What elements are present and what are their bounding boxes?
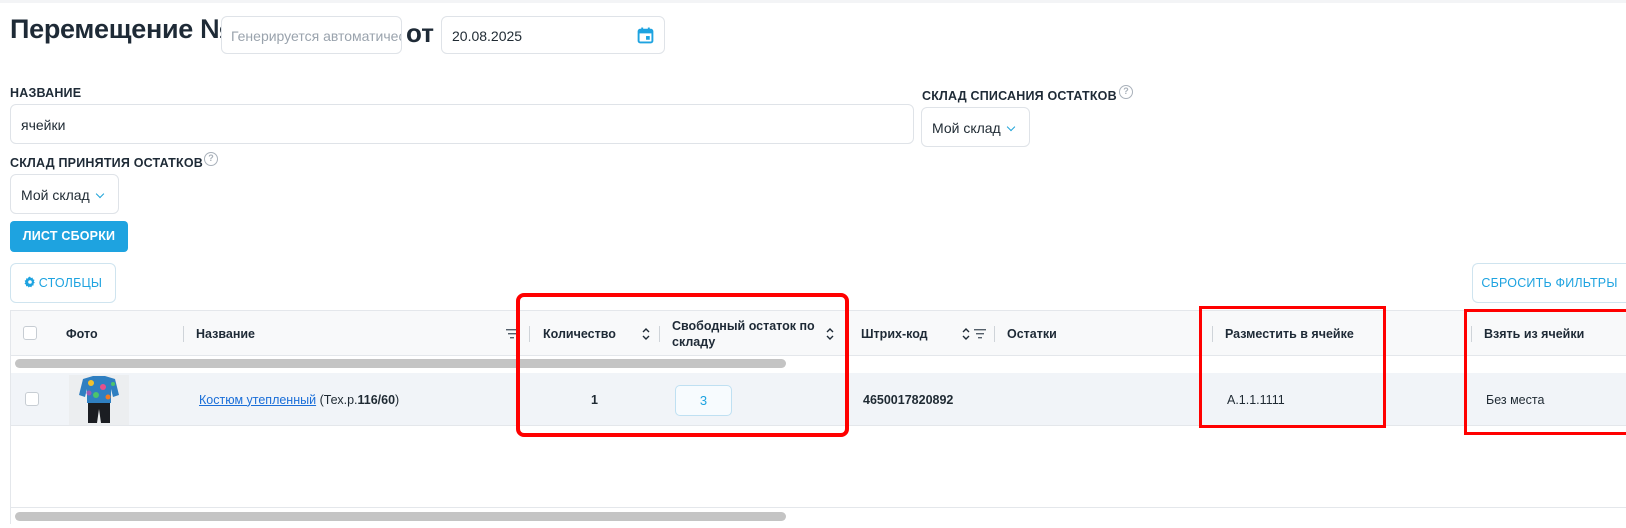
select-all-checkbox[interactable] xyxy=(23,326,37,340)
scrollbar-thumb[interactable] xyxy=(15,359,786,368)
sort-icon[interactable] xyxy=(961,327,971,341)
target-warehouse-value: Мой склад xyxy=(21,187,90,203)
row-checkbox[interactable] xyxy=(25,392,39,406)
source-warehouse-value: Мой склад xyxy=(932,120,1001,136)
table-header: Фото Название Количество Свободный остат… xyxy=(11,311,1626,356)
date-input[interactable]: 20.08.2025 xyxy=(441,16,665,54)
sort-icon[interactable] xyxy=(641,327,651,341)
filter-icon[interactable] xyxy=(506,329,518,339)
product-size-close: ) xyxy=(395,392,400,407)
quantity-cell[interactable]: 1 xyxy=(591,373,598,426)
top-divider xyxy=(0,0,1626,3)
horizontal-scrollbar-bottom[interactable] xyxy=(11,509,1626,523)
name-label: НАЗВАНИЕ xyxy=(10,86,82,100)
column-header-photo: Фото xyxy=(66,326,98,341)
target-warehouse-label: СКЛАД ПРИНЯТИЯ ОСТАТКОВ xyxy=(10,156,203,170)
document-number-input[interactable]: Генерируется автоматически xyxy=(221,16,402,54)
date-from-label: от xyxy=(406,18,434,48)
column-divider xyxy=(994,326,995,342)
columns-button-label: СТОЛБЦЫ xyxy=(38,276,103,290)
place-in-cell-value[interactable]: А.1.1.1111 xyxy=(1227,373,1285,426)
target-warehouse-select[interactable]: Мой склад xyxy=(10,174,119,214)
date-value: 20.08.2025 xyxy=(452,28,523,44)
product-link[interactable]: Костюм утепленный xyxy=(199,393,316,407)
sort-icon[interactable] xyxy=(825,327,835,341)
filter-icon[interactable] xyxy=(974,329,986,339)
column-header-stock: Остатки xyxy=(1007,326,1057,341)
take-from-cell-value[interactable]: Без места xyxy=(1486,373,1544,426)
column-divider xyxy=(1212,326,1213,342)
product-name-cell: Костюм утепленный (Тех.р. 116/60) xyxy=(199,373,399,426)
column-header-quantity[interactable]: Количество xyxy=(543,311,616,356)
source-warehouse-label: СКЛАД СПИСАНИЯ ОСТАТКОВ xyxy=(922,89,1117,103)
columns-button[interactable]: СТОЛБЦЫ xyxy=(10,263,116,303)
assembly-sheet-button[interactable]: ЛИСТ СБОРКИ xyxy=(10,221,128,252)
name-input[interactable]: ячейки xyxy=(10,104,914,144)
product-image xyxy=(69,375,129,425)
product-photo[interactable] xyxy=(69,375,129,425)
column-divider xyxy=(1471,326,1472,342)
help-icon[interactable]: ? xyxy=(204,152,218,166)
product-size-prefix: (Тех.р. xyxy=(319,392,358,407)
column-divider xyxy=(183,326,184,342)
column-divider xyxy=(529,326,530,342)
chevron-down-icon xyxy=(1006,122,1015,132)
products-table: Фото Название Количество Свободный остат… xyxy=(10,310,1626,524)
column-header-take-from-cell: Взять из ячейки xyxy=(1484,326,1585,341)
horizontal-scrollbar[interactable] xyxy=(11,356,1626,370)
chevron-down-icon xyxy=(95,189,104,199)
column-header-name[interactable]: Название xyxy=(196,311,255,356)
page-title: Перемещение № xyxy=(10,14,230,44)
column-divider xyxy=(659,326,660,342)
table-divider xyxy=(11,507,1626,508)
column-header-barcode[interactable]: Штрих-код xyxy=(861,311,928,356)
scrollbar-thumb[interactable] xyxy=(15,512,786,521)
help-icon[interactable]: ? xyxy=(1119,85,1133,99)
column-header-place-in-cell: Разместить в ячейке xyxy=(1225,326,1354,341)
table-row[interactable]: Костюм утепленный (Тех.р. 116/60) 1 3 46… xyxy=(11,373,1626,426)
calendar-icon[interactable] xyxy=(637,27,654,44)
product-size: 116/60 xyxy=(357,392,396,407)
gear-icon xyxy=(24,276,35,288)
reset-filters-button[interactable]: СБРОСИТЬ ФИЛЬТРЫ xyxy=(1472,263,1626,303)
column-header-free-stock[interactable]: Свободный остаток по складу xyxy=(672,311,822,356)
free-stock-button[interactable]: 3 xyxy=(675,385,732,416)
barcode-cell: 4650017820892 xyxy=(863,392,954,407)
source-warehouse-select[interactable]: Мой склад xyxy=(921,107,1030,147)
